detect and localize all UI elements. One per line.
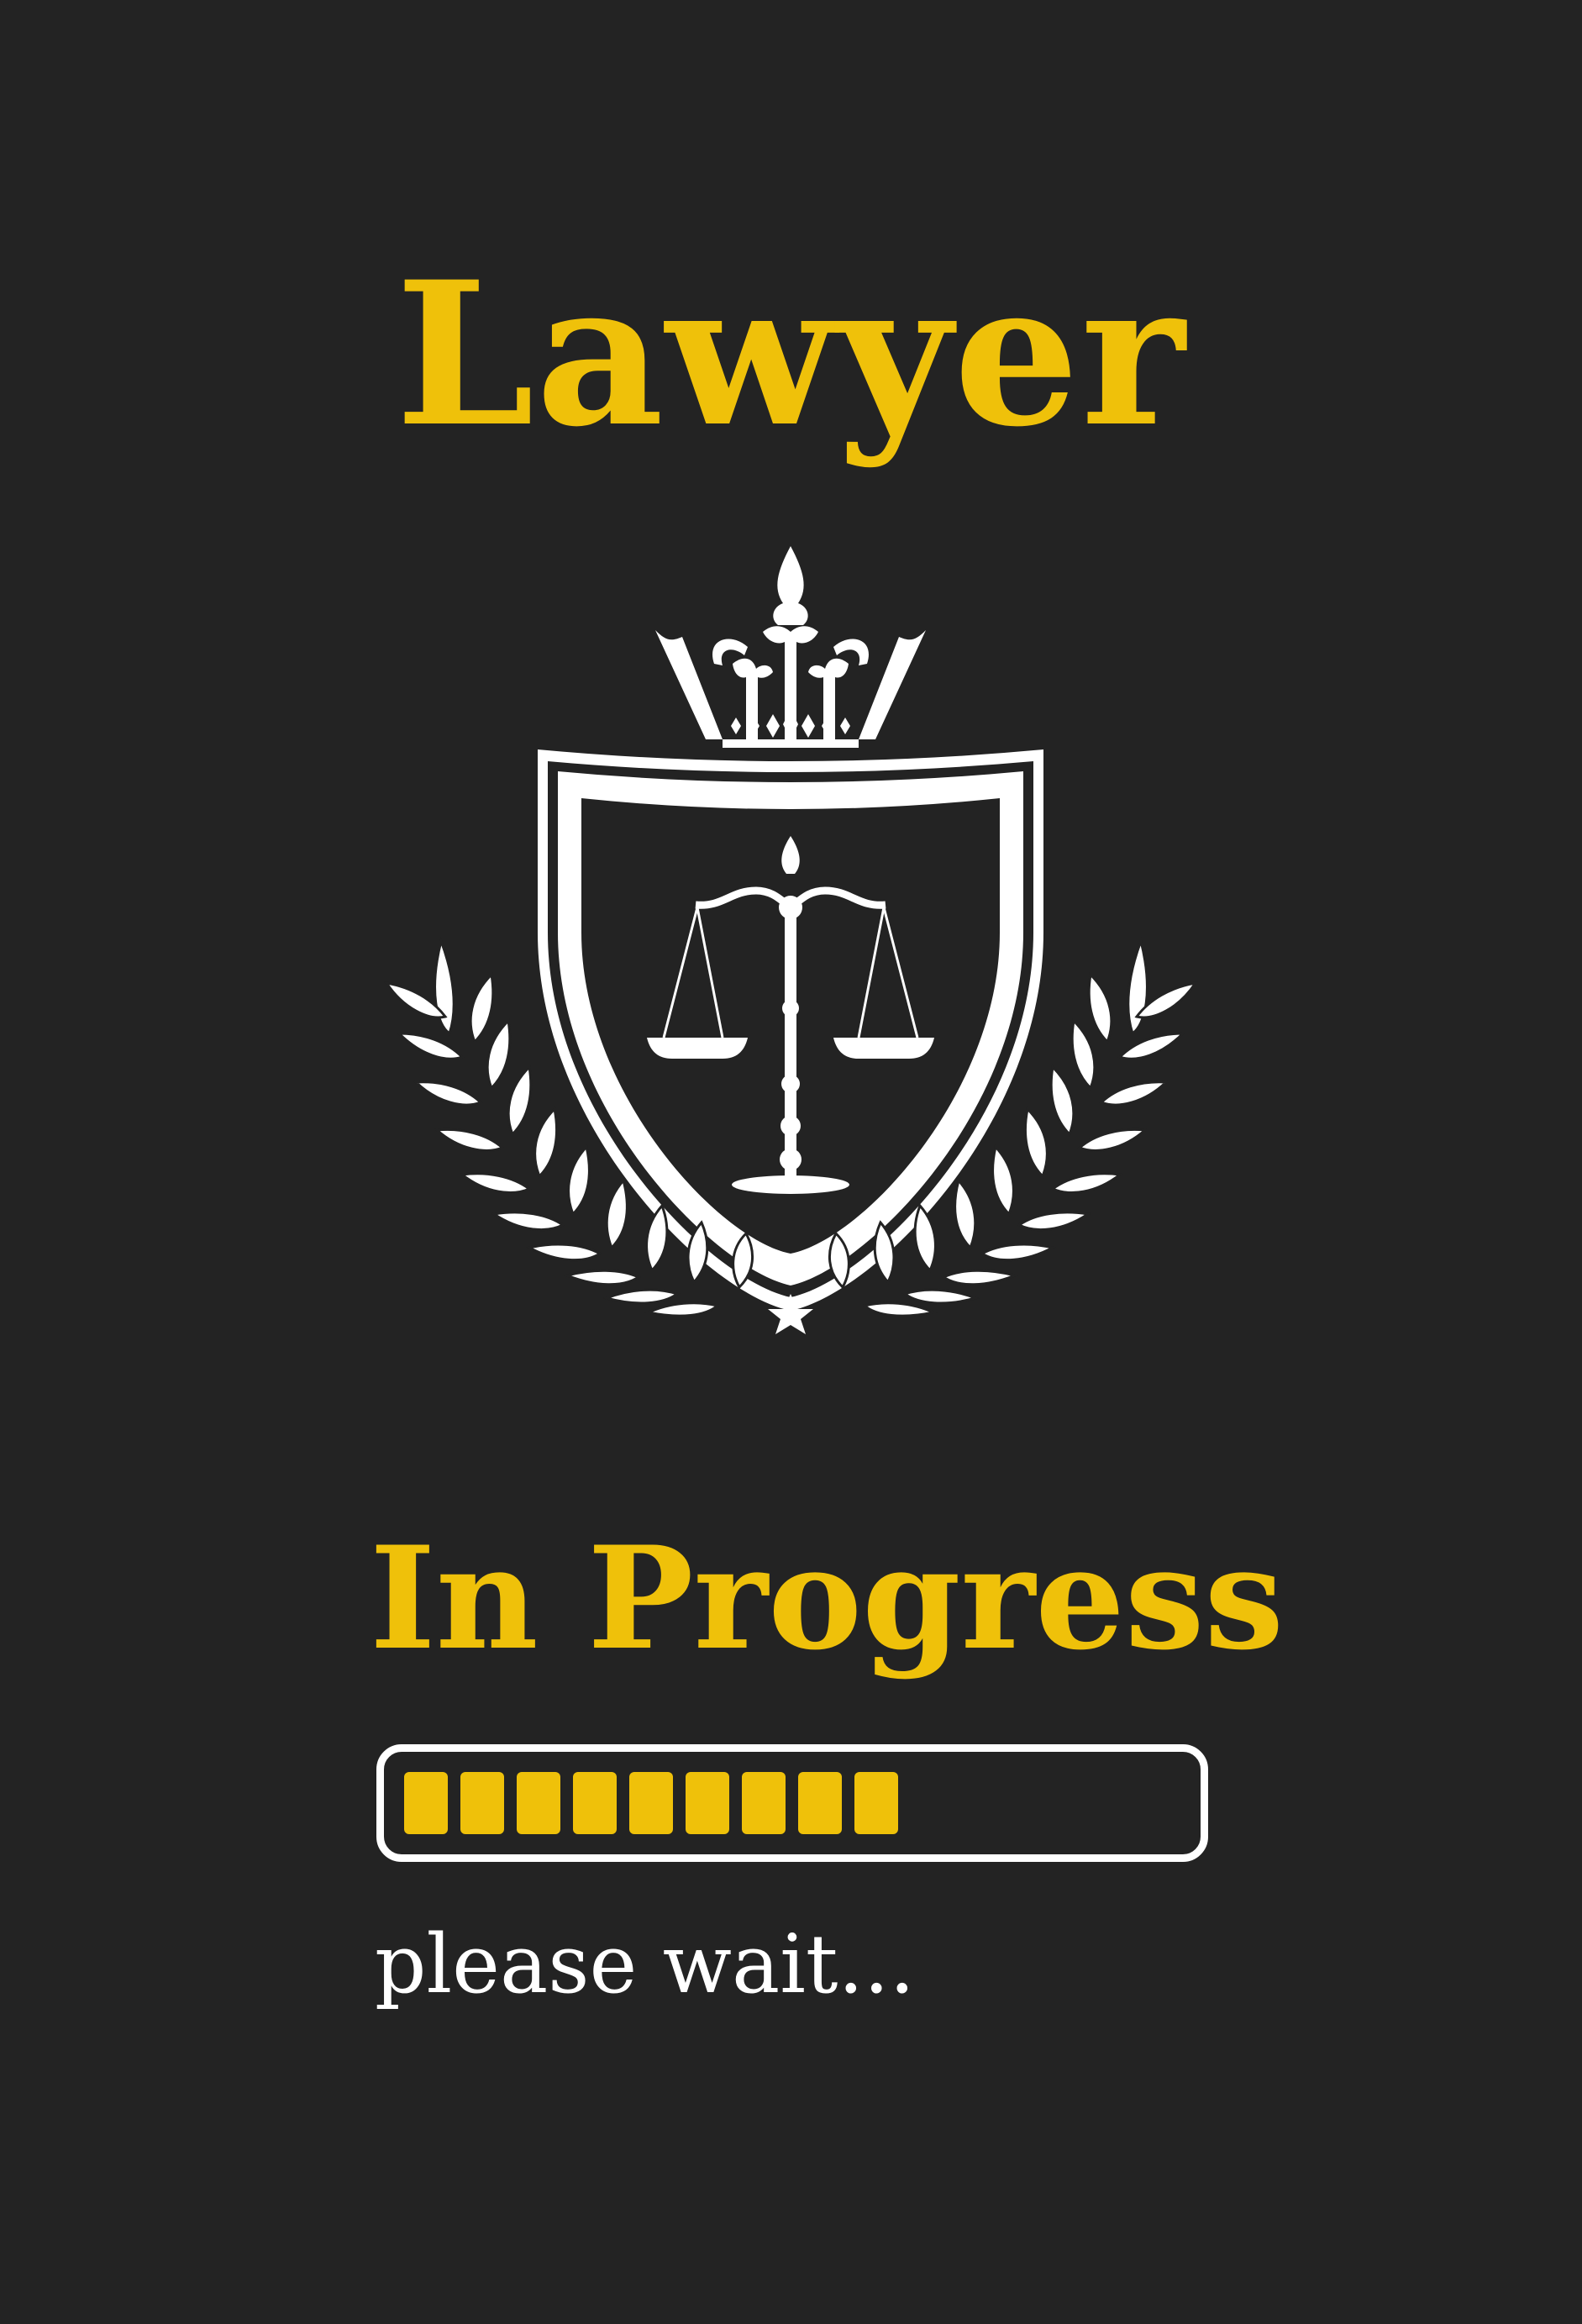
progress-segment: [629, 1772, 673, 1834]
crown-icon: [655, 546, 926, 748]
status-text: please wait...: [375, 1917, 916, 2011]
progress-segment: [573, 1772, 617, 1834]
progress-segment: [854, 1772, 898, 1834]
progress-fill: [404, 1772, 898, 1834]
progress-bar: [376, 1744, 1208, 1862]
progress-segment: [517, 1772, 560, 1834]
progress-segment: [742, 1772, 786, 1834]
progress-segment: [686, 1772, 729, 1834]
subtitle: In Progress: [370, 1515, 1285, 1681]
law-emblem: [383, 546, 1199, 1334]
progress-segment: [404, 1772, 448, 1834]
poster: Lawyer In Progress please wait...: [0, 0, 1582, 2324]
progress-segment: [460, 1772, 504, 1834]
title: Lawyer: [395, 239, 1187, 471]
progress-segment: [798, 1772, 842, 1834]
